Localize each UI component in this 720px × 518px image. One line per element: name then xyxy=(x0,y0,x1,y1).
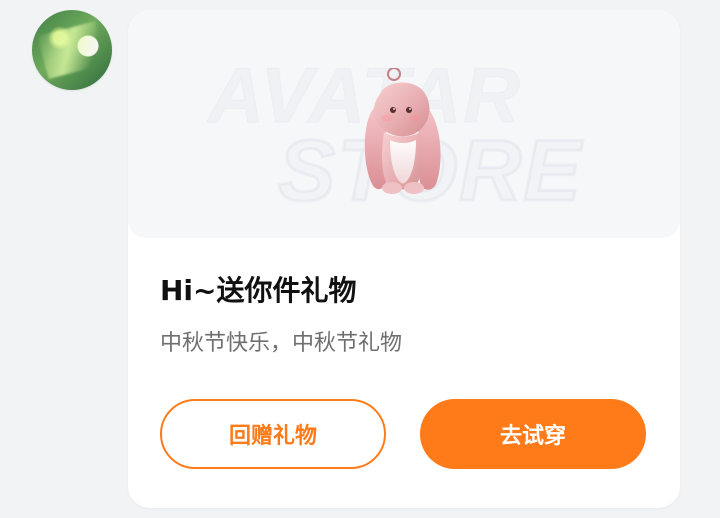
gift-banner: AVATAR STORE xyxy=(128,10,680,238)
gift-card[interactable]: AVATAR STORE xyxy=(128,10,680,508)
try-on-button[interactable]: 去试穿 xyxy=(420,399,646,469)
bunny-plush-icon xyxy=(364,68,441,194)
gift-title: Hi~送你件礼物 xyxy=(160,274,357,307)
user-avatar-icon[interactable] xyxy=(32,10,112,90)
chat-gift-message: AVATAR STORE xyxy=(0,0,720,518)
return-gift-button[interactable]: 回赠礼物 xyxy=(160,399,386,469)
gift-message: 中秋节快乐，中秋节礼物 xyxy=(160,331,403,356)
